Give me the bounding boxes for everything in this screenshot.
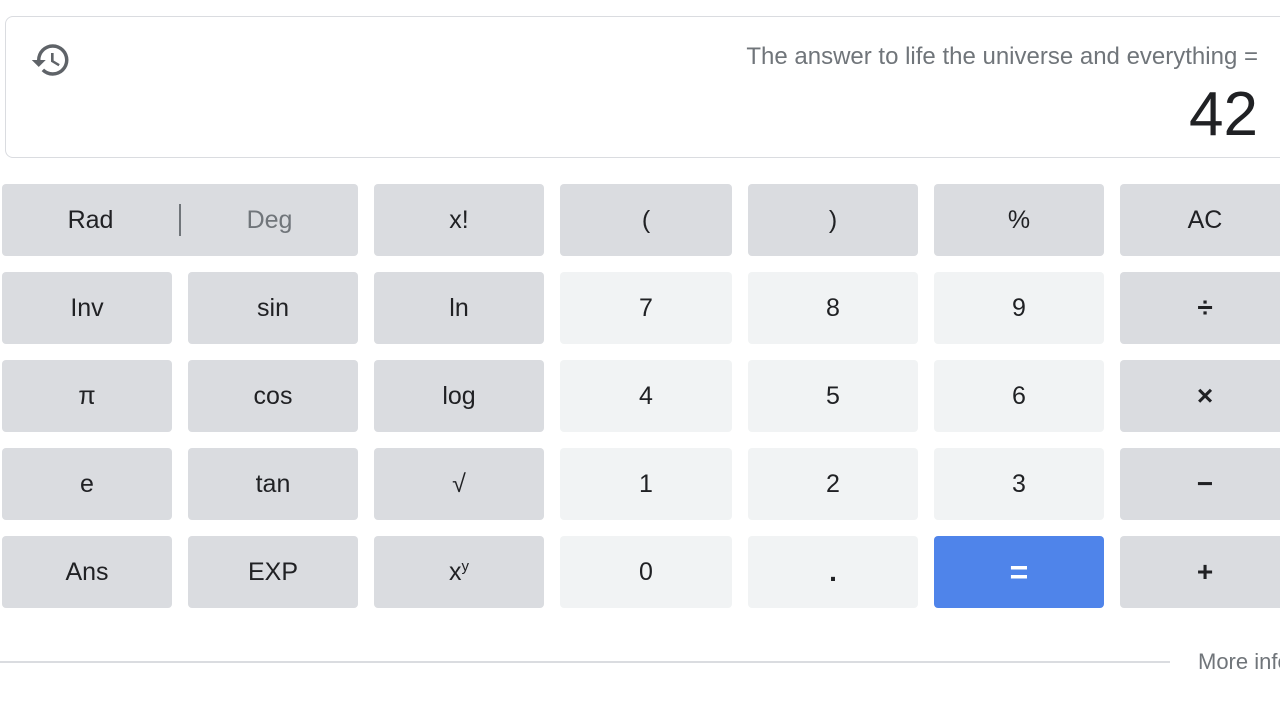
close-paren-button[interactable]: ) (748, 184, 918, 256)
divide-button[interactable]: ÷ (1120, 272, 1280, 344)
calculator: The answer to life the universe and ever… (0, 0, 1280, 722)
expression-text: The answer to life the universe and ever… (746, 43, 1258, 70)
minus-button[interactable]: − (1120, 448, 1280, 520)
digit-7-button[interactable]: 7 (560, 272, 732, 344)
digit-5-button[interactable]: 5 (748, 360, 918, 432)
percent-button[interactable]: % (934, 184, 1104, 256)
digit-8-button[interactable]: 8 (748, 272, 918, 344)
multiply-button[interactable]: × (1120, 360, 1280, 432)
power-exponent: y (461, 557, 470, 575)
digit-3-button[interactable]: 3 (934, 448, 1104, 520)
power-base: x (449, 557, 462, 586)
calculator-display: The answer to life the universe and ever… (5, 16, 1280, 158)
log-button[interactable]: log (374, 360, 544, 432)
cos-button[interactable]: cos (188, 360, 358, 432)
power-button[interactable]: xy (374, 536, 544, 608)
factorial-button[interactable]: x! (374, 184, 544, 256)
result-value: 42 (1189, 80, 1258, 149)
rad-button[interactable]: Rad (2, 206, 179, 235)
tan-button[interactable]: tan (188, 448, 358, 520)
decimal-button[interactable]: . (748, 536, 918, 608)
all-clear-button[interactable]: AC (1120, 184, 1280, 256)
angle-mode-toggle: Rad Deg (2, 184, 358, 256)
pi-button[interactable]: π (2, 360, 172, 432)
inverse-button[interactable]: Inv (2, 272, 172, 344)
more-info-link[interactable]: More info (1198, 649, 1280, 675)
digit-2-button[interactable]: 2 (748, 448, 918, 520)
open-paren-button[interactable]: ( (560, 184, 732, 256)
ans-button[interactable]: Ans (2, 536, 172, 608)
e-button[interactable]: e (2, 448, 172, 520)
ln-button[interactable]: ln (374, 272, 544, 344)
digit-6-button[interactable]: 6 (934, 360, 1104, 432)
digit-0-button[interactable]: 0 (560, 536, 732, 608)
exp-button[interactable]: EXP (188, 536, 358, 608)
digit-1-button[interactable]: 1 (560, 448, 732, 520)
deg-button[interactable]: Deg (181, 206, 358, 235)
digit-9-button[interactable]: 9 (934, 272, 1104, 344)
equals-button[interactable]: = (934, 536, 1104, 608)
sin-button[interactable]: sin (188, 272, 358, 344)
footer-divider (0, 661, 1170, 663)
digit-4-button[interactable]: 4 (560, 360, 732, 432)
plus-button[interactable]: + (1120, 536, 1280, 608)
sqrt-button[interactable]: √ (374, 448, 544, 520)
history-icon[interactable] (30, 39, 72, 81)
